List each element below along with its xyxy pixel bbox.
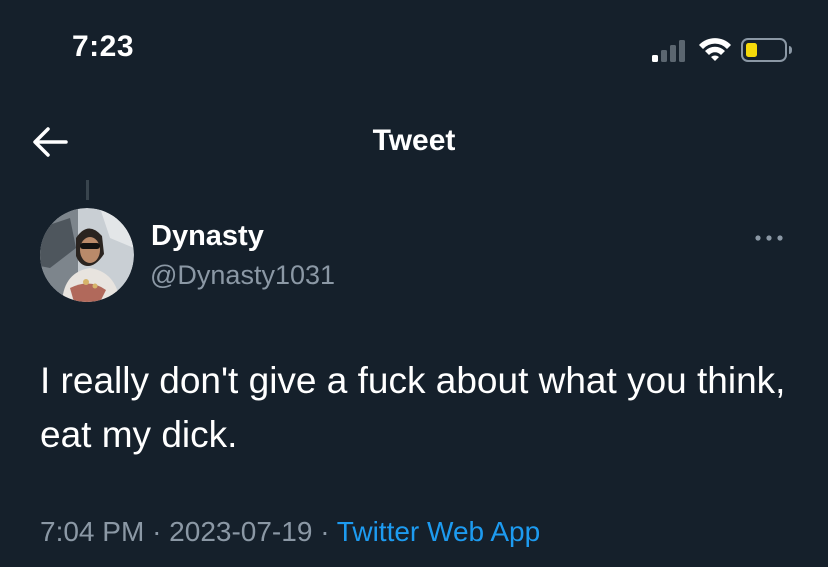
tweet-time: 7:04 PM [40,516,145,547]
meta-separator: · [320,516,330,547]
wifi-icon [699,38,731,61]
tweet-text: I really don't give a fuck about what yo… [40,360,786,455]
author-name[interactable]: Dynasty [151,220,264,253]
tweet-meta: 7:04 PM · 2023-07-19 · Twitter Web App [40,516,540,548]
author-handle[interactable]: @Dynasty1031 [150,260,335,291]
thread-connector-line [86,180,89,200]
meta-separator: · [152,516,162,547]
battery-icon [741,38,792,62]
status-time: 7:23 [72,30,135,63]
tweet-source-link[interactable]: Twitter Web App [337,516,540,547]
page-title: Tweet [372,124,456,157]
avatar[interactable] [40,208,134,302]
cellular-signal-icon [652,40,685,62]
more-options-icon[interactable] [750,228,790,248]
status-bar: 7:23 [0,0,828,100]
tweet-date: 2023-07-19 [169,516,313,547]
navigation-bar: Tweet [0,108,828,174]
